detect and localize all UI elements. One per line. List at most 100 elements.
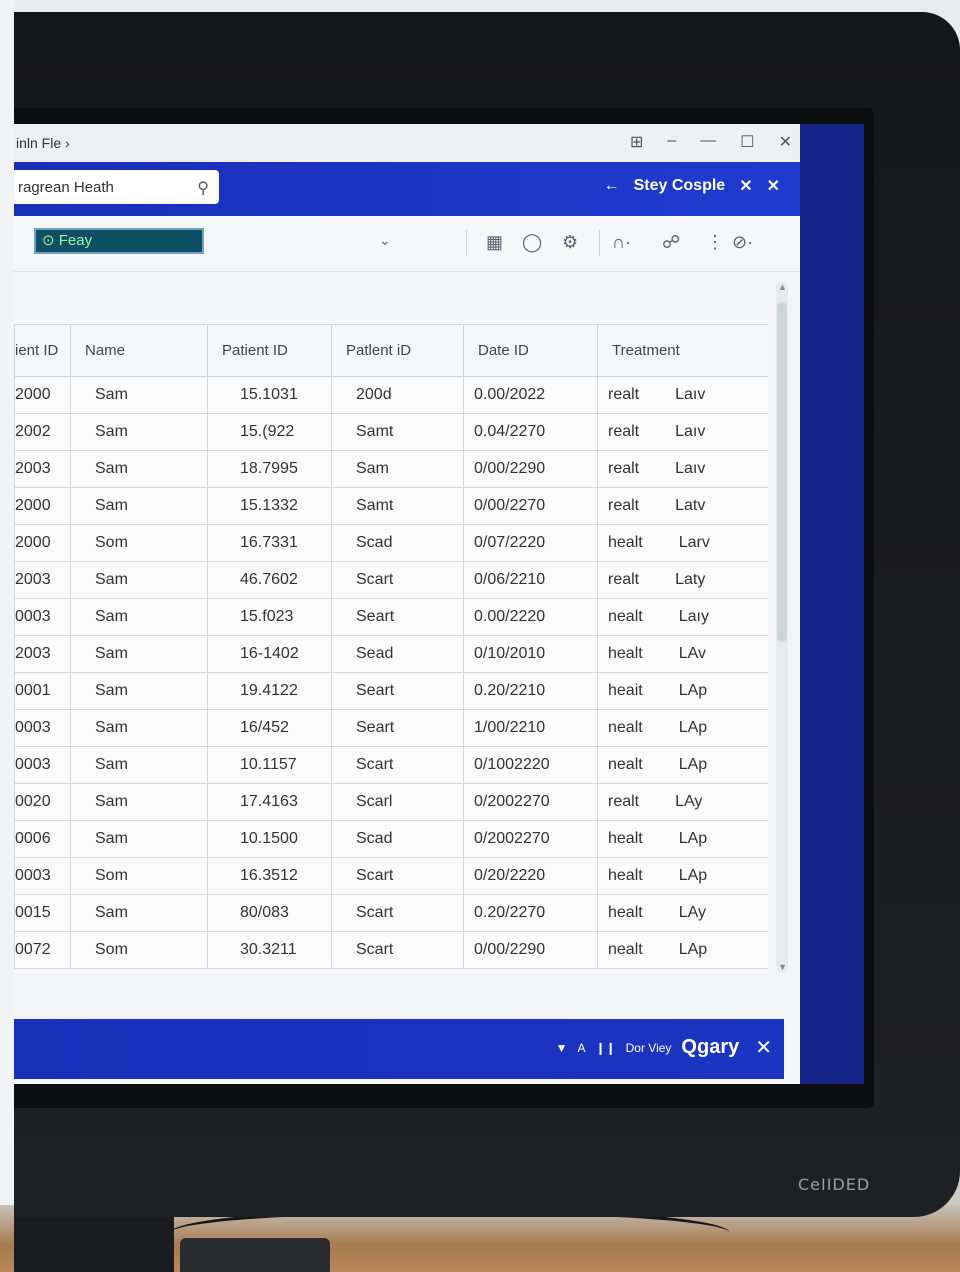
treatment-cell: heait LAp xyxy=(597,672,768,710)
treatment-cell: nealt Laıy xyxy=(597,598,768,636)
table-cell: 16.3512 xyxy=(207,857,332,895)
caret-down-icon[interactable]: ▼ xyxy=(556,1041,568,1055)
table-cell: Sam xyxy=(331,450,464,488)
app-window: inln Fle › ⊞ – — ☐ ✕ ⚲ ← Stey Cosple ✕ ✕ xyxy=(14,124,800,1084)
table-cell: Scart xyxy=(331,931,464,969)
query-label[interactable]: Qgary xyxy=(681,1036,739,1059)
minimize-alt-icon[interactable]: — xyxy=(700,132,716,152)
table-cell: 2000 xyxy=(14,487,71,525)
table-cell: Seart xyxy=(331,672,464,710)
table-row[interactable]: 0015 Sam 80/083 Scart 0.20/2270 healt LAy xyxy=(14,894,768,932)
table-row[interactable]: 2000 Sam 15.1031 200d 0.00/2022 realt Laıv xyxy=(14,376,768,414)
search-box[interactable]: ⚲ xyxy=(14,170,219,204)
treatment-code: LAp xyxy=(678,830,708,847)
scroll-up-icon[interactable]: ▲ xyxy=(778,282,787,292)
table-cell: Scarl xyxy=(331,783,464,821)
treatment-type: realt xyxy=(608,793,640,810)
more-icon[interactable]: ⋮ xyxy=(706,232,724,253)
close-panel-icon[interactable]: ✕ xyxy=(767,176,780,196)
maximize-icon[interactable]: ☐ xyxy=(740,132,754,152)
table-row[interactable]: 2003 Sam 16-1402 Sead 0/10/2010 healt LAv xyxy=(14,635,768,673)
toolbar-divider xyxy=(466,230,467,256)
link-icon[interactable]: ☍ xyxy=(662,232,680,253)
table-cell: Sam xyxy=(70,376,208,414)
table-cell: Seart xyxy=(331,598,464,636)
table-cell: 2003 xyxy=(14,450,71,488)
monitor-brand: CeIIDED xyxy=(798,1175,871,1194)
table-cell: 0020 xyxy=(14,783,71,821)
table-cell: 0.20/2270 xyxy=(463,894,598,932)
table-row[interactable]: 2000 Sam 15.1332 Samt 0/00/2270 realt Latv xyxy=(14,487,768,525)
table-row[interactable]: 0001 Sam 19.4122 Seart 0.20/2210 heait LAp xyxy=(14,672,768,710)
table-cell: 2002 xyxy=(14,413,71,451)
table-cell: 15.1031 xyxy=(207,376,332,414)
block-icon[interactable]: ⊘· xyxy=(732,232,753,253)
status-bar: ▼ A ❙❙ Dor Viey Qgary ✕ xyxy=(14,1019,784,1079)
treatment-type: healt xyxy=(608,830,643,847)
table-cell: 10.1500 xyxy=(207,820,332,858)
back-arrow-icon[interactable]: ← xyxy=(604,177,620,195)
column-header-patient-id-2[interactable]: Patlent iD xyxy=(331,324,464,377)
table-cell: 2003 xyxy=(14,561,71,599)
minimize-icon[interactable]: – xyxy=(667,132,676,152)
patient-table-container: ient ID Name Patient ID Patlent iD Date … xyxy=(14,324,768,979)
column-header-name[interactable]: Name xyxy=(70,324,208,377)
snap-layout-icon[interactable]: ⊞ xyxy=(630,132,643,152)
column-header-treatment[interactable]: Treatment xyxy=(597,324,768,377)
search-icon[interactable]: ⚲ xyxy=(197,178,209,198)
close-window-icon[interactable]: ✕ xyxy=(779,132,792,152)
treatment-type: realt xyxy=(608,386,640,403)
table-cell: Scad xyxy=(331,820,464,858)
panel-header: ← Stey Cosple ✕ ✕ xyxy=(604,176,780,196)
close-status-icon[interactable]: ✕ xyxy=(755,1035,772,1060)
pause-icon[interactable]: ❙❙ xyxy=(596,1041,616,1055)
table-cell: 0/00/2270 xyxy=(463,487,598,525)
tag-icon[interactable]: ◯ xyxy=(522,232,542,253)
treatment-cell: realt Laty xyxy=(597,561,768,599)
toolbar-divider xyxy=(599,230,600,256)
table-cell: 10.1157 xyxy=(207,746,332,784)
treatment-type: nealt xyxy=(608,756,643,773)
treatment-code: LAy xyxy=(678,904,706,921)
table-row[interactable]: 0006 Sam 10.1500 Scad 0/2002270 healt LAp xyxy=(14,820,768,858)
table-row[interactable]: 0003 Som 16.3512 Scart 0/20/2220 healt LAp xyxy=(14,857,768,895)
treatment-code: LAy xyxy=(675,793,703,810)
table-cell: 0.04/2270 xyxy=(463,413,598,451)
chevron-down-icon[interactable]: ⌄ xyxy=(379,232,391,249)
table-cell: Sam xyxy=(70,635,208,673)
table-cell: 0/1002220 xyxy=(463,746,598,784)
table-row[interactable]: 0003 Sam 10.1157 Scart 0/1002220 nealt LAp xyxy=(14,746,768,784)
column-header-date[interactable]: Date ID xyxy=(463,324,598,377)
table-row[interactable]: 2003 Sam 46.7602 Scart 0/06/2210 realt Laty xyxy=(14,561,768,599)
table-row[interactable]: 0072 Som 30.3211 Scart 0/00/2290 nealt LAp xyxy=(14,931,768,969)
filter-chip[interactable]: ⊙ Feay xyxy=(34,228,204,254)
table-row[interactable]: 2000 Som 16.7331 Scad 0/07/2220 healt Larv xyxy=(14,524,768,562)
table-cell: 16/452 xyxy=(207,709,332,747)
treatment-code: LAp xyxy=(678,867,708,884)
filter-icon[interactable]: ∩· xyxy=(612,232,631,253)
treatment-type: healt xyxy=(608,534,643,551)
column-header-id[interactable]: ient ID xyxy=(14,324,71,377)
treatment-code: Laıv xyxy=(675,460,706,477)
view-label[interactable]: Dor Viey xyxy=(626,1041,672,1055)
settings-icon[interactable]: ⚙ xyxy=(562,232,578,253)
close-tab-icon[interactable]: ✕ xyxy=(739,176,752,196)
table-row[interactable]: 0003 Sam 16/452 Seart 1/00/2210 nealt LAp xyxy=(14,709,768,747)
scroll-down-icon[interactable]: ▼ xyxy=(778,962,787,972)
table-row[interactable]: 0003 Sam 15.f023 Seart 0.00/2220 nealt Laıy xyxy=(14,598,768,636)
table-row[interactable]: 2003 Sam 18.7995 Sam 0/00/2290 realt Laıv xyxy=(14,450,768,488)
table-icon[interactable]: ▦ xyxy=(486,232,503,253)
table-cell: 0/06/2210 xyxy=(463,561,598,599)
scroll-thumb[interactable] xyxy=(777,302,787,642)
text-icon[interactable]: A xyxy=(578,1041,586,1055)
search-input[interactable] xyxy=(18,178,188,196)
toolbar: ⊙ Feay ⌄ ▦ ◯ ⚙ ∩· ☍ ⋮ ⊘· xyxy=(14,216,800,272)
table-cell: 15.(922 xyxy=(207,413,332,451)
treatment-cell: realt Latv xyxy=(597,487,768,525)
table-cell: 0.00/2022 xyxy=(463,376,598,414)
table-cell: 0003 xyxy=(14,598,71,636)
table-row[interactable]: 2002 Sam 15.(922 Samt 0.04/2270 realt Laıv xyxy=(14,413,768,451)
table-row[interactable]: 0020 Sam 17.4163 Scarl 0/2002270 realt LAy xyxy=(14,783,768,821)
vertical-scrollbar[interactable]: ▲ ▼ xyxy=(776,282,788,972)
column-header-patient-id[interactable]: Patient ID xyxy=(207,324,332,377)
